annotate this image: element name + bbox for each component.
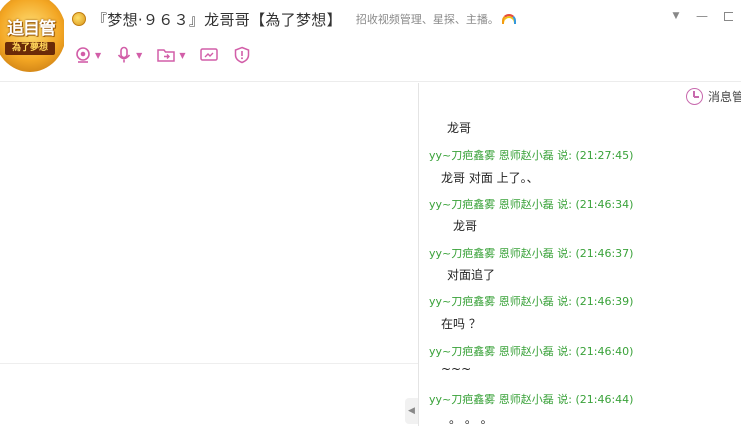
camera-icon [76,47,90,63]
microphone-icon [118,46,131,63]
message-header: yy~刀疤鑫雾 恩师赵小磊 说: (21:46:39) [429,293,633,309]
message-text: ~~~ [441,362,472,376]
sender-name[interactable]: yy~刀疤鑫雾 恩师赵小磊 [429,393,554,406]
message-time: (21:46:44) [575,393,634,406]
chevron-down-icon[interactable]: ▼ [136,51,142,60]
message-header: yy~刀疤鑫雾 恩师赵小磊 说: (21:46:44) [429,391,633,407]
chat-panel: 消息管 龙哥 yy~刀疤鑫雾 恩师赵小磊 说: (21:27:45) 龙哥 对面… [419,83,741,426]
group-avatar[interactable]: 追目管 為了夢想 [0,0,64,72]
message-text: 龙哥 [447,121,472,135]
window-header: 追目管 為了夢想 『梦想·９６３』龙哥哥【為了梦想】 招收视频管理、星探、主播。… [0,0,741,82]
pane-divider [0,363,418,364]
message-time: (21:46:39) [575,295,634,308]
shield-icon [235,46,250,64]
screen-share-icon [200,48,219,61]
said-label: 说: [557,149,572,162]
sender-name[interactable]: yy~刀疤鑫雾 恩师赵小磊 [429,149,554,162]
sender-name[interactable]: yy~刀疤鑫雾 恩师赵小磊 [429,247,554,260]
main-content-pane [0,83,418,426]
screen-share-button[interactable] [199,44,219,66]
security-button[interactable] [233,44,251,66]
group-description: 招收视频管理、星探、主播。 [355,13,499,26]
chat-toolbar: ▼ ▼ ▼ [74,44,265,66]
message-time: (21:46:34) [575,198,634,211]
minimize-button[interactable]: — [689,6,715,26]
title-row: 『梦想·９６３』龙哥哥【為了梦想】 招收视频管理、星探、主播。 [72,8,516,30]
menu-dropdown-icon[interactable]: ▼ [663,6,689,26]
message-time: (21:46:37) [575,247,634,260]
message-manager-label: 消息管 [708,90,741,104]
said-label: 说: [557,393,572,406]
said-label: 说: [557,198,572,211]
message-header: yy~刀疤鑫雾 恩师赵小磊 说: (21:46:34) [429,196,633,212]
said-label: 说: [557,247,572,260]
avatar-bottom-text: 為了夢想 [5,42,55,55]
group-name[interactable]: 『梦想·９６３』龙哥哥【為了梦想】 [92,9,342,30]
message-text: 龙哥 对面 上了。、 [441,171,539,185]
message-text: 在吗 ？ [441,317,481,331]
message-time: (21:46:40) [575,345,634,358]
sender-name[interactable]: yy~刀疤鑫雾 恩师赵小磊 [429,345,554,358]
camera-button[interactable]: ▼ [74,44,101,66]
chevron-down-icon[interactable]: ▼ [95,51,101,60]
window-controls: ▼ — [663,6,741,26]
message-header: yy~刀疤鑫雾 恩师赵小磊 说: (21:27:45) [429,147,633,163]
said-label: 说: [557,345,572,358]
maximize-button[interactable] [715,6,741,26]
said-label: 说: [557,295,572,308]
sender-name[interactable]: yy~刀疤鑫雾 恩师赵小磊 [429,295,554,308]
avatar-top-text: 追目管 [7,19,56,39]
message-text: 对面追了 [447,268,496,282]
sender-name[interactable]: yy~刀疤鑫雾 恩师赵小磊 [429,198,554,211]
collapse-handle-icon[interactable]: ◀ [405,398,418,424]
message-text: 。 。 。 [449,412,493,426]
message-header: yy~刀疤鑫雾 恩师赵小磊 说: (21:46:40) [429,343,633,359]
microphone-button[interactable]: ▼ [115,44,142,66]
chevron-down-icon[interactable]: ▼ [179,51,185,60]
file-button[interactable]: ▼ [156,44,185,66]
group-level-icon [72,12,86,26]
folder-icon [157,49,176,62]
message-manager-button[interactable]: 消息管 [686,88,741,105]
message-header: yy~刀疤鑫雾 恩师赵小磊 说: (21:46:37) [429,245,633,261]
rainbow-icon [501,14,516,24]
message-time: (21:27:45) [575,149,634,162]
message-text: 龙哥 [453,219,478,233]
clock-icon [686,88,703,105]
